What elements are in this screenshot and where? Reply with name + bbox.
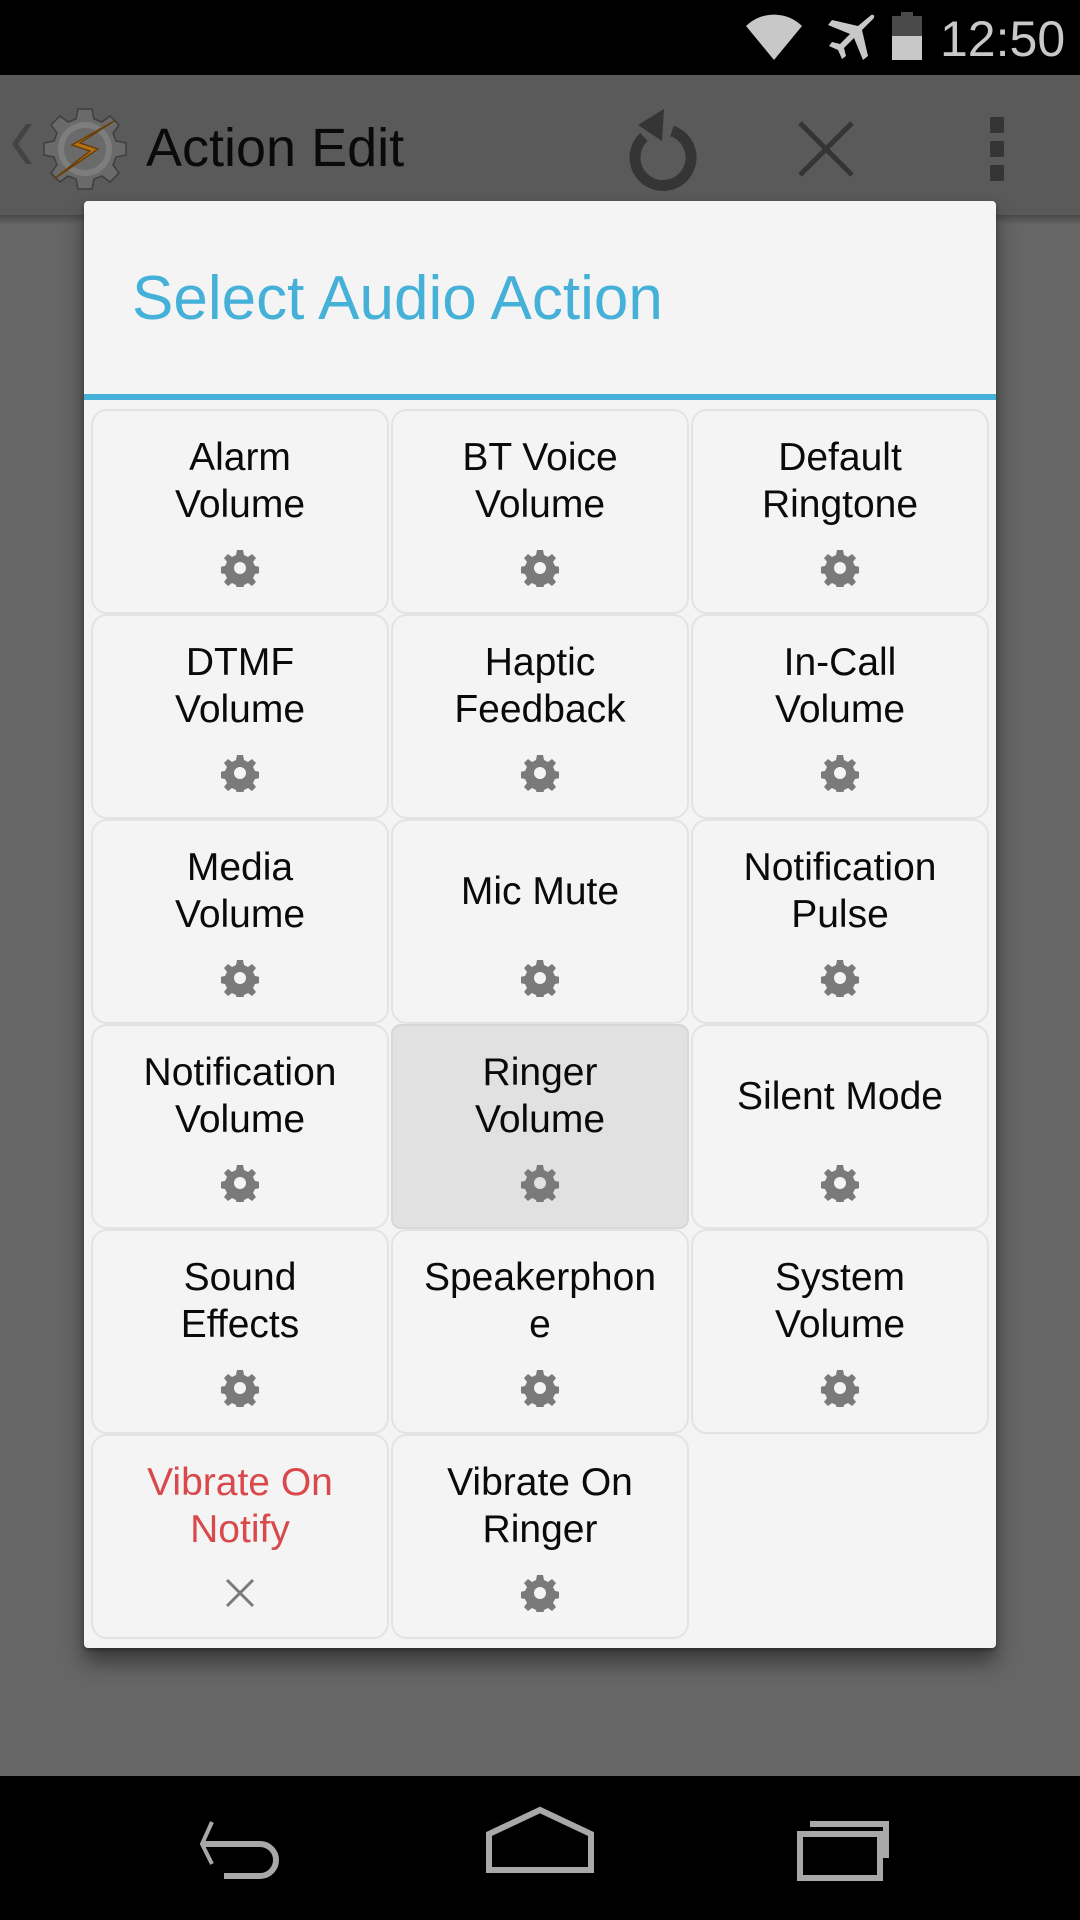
select-audio-action-dialog: Select Audio Action Alarm Volume BT Voice… bbox=[84, 201, 996, 1648]
nav-home-icon[interactable] bbox=[480, 1806, 600, 1886]
action-item-label: BT Voice Volume bbox=[462, 436, 618, 526]
action-item-notification-volume[interactable]: Notification Volume bbox=[91, 1024, 389, 1229]
action-item-media-volume[interactable]: Media Volume bbox=[91, 819, 389, 1024]
battery-icon bbox=[892, 12, 922, 60]
action-item-label: Notification Pulse bbox=[743, 846, 937, 936]
status-bar: 12:50 bbox=[0, 0, 1080, 75]
undo-icon[interactable] bbox=[622, 105, 698, 191]
dialog-title: Select Audio Action bbox=[132, 264, 663, 333]
airplane-mode-icon bbox=[828, 14, 875, 61]
gear-icon[interactable] bbox=[820, 1164, 860, 1205]
action-item-label: Alarm Volume bbox=[174, 436, 306, 526]
back-chevron-icon[interactable] bbox=[12, 122, 34, 166]
navigation-bar bbox=[0, 1776, 1080, 1920]
gear-icon[interactable] bbox=[820, 754, 860, 795]
audio-action-grid: Alarm Volume BT Voice Volume Default Ringt… bbox=[90, 409, 990, 1639]
action-item-label: DTMF Volume bbox=[174, 641, 306, 731]
gear-icon[interactable] bbox=[220, 549, 260, 590]
action-item-dtmf-volume[interactable]: DTMF Volume bbox=[91, 614, 389, 819]
action-item-notification-pulse[interactable]: Notification Pulse bbox=[691, 819, 989, 1024]
action-item-label: Vibrate On Notify bbox=[147, 1461, 333, 1551]
empty-grid-slot bbox=[691, 1434, 989, 1639]
app-logo-icon[interactable] bbox=[40, 103, 130, 193]
action-item-label: Notification Volume bbox=[143, 1051, 337, 1141]
nav-recents-icon[interactable] bbox=[780, 1806, 900, 1886]
close-x-icon[interactable] bbox=[221, 1574, 259, 1612]
action-item-label: Silent Mode bbox=[737, 1074, 943, 1118]
action-item-silent-mode[interactable]: Silent Mode bbox=[691, 1024, 989, 1229]
nav-back-icon[interactable] bbox=[180, 1806, 300, 1886]
gear-icon[interactable] bbox=[520, 549, 560, 590]
gear-icon[interactable] bbox=[820, 1369, 860, 1410]
action-item-vibrate-on-notify[interactable]: Vibrate On Notify bbox=[91, 1434, 389, 1639]
action-item-sound-effects[interactable]: Sound Effects bbox=[91, 1229, 389, 1434]
clock: 12:50 bbox=[940, 11, 1066, 67]
gear-icon[interactable] bbox=[520, 1164, 560, 1205]
wifi-icon bbox=[746, 14, 802, 60]
action-item-label: Ringer Volume bbox=[474, 1051, 606, 1141]
gear-icon[interactable] bbox=[520, 1574, 560, 1615]
action-bar: Action Edit bbox=[0, 75, 1080, 225]
gear-icon[interactable] bbox=[220, 754, 260, 795]
overflow-menu-icon[interactable] bbox=[986, 117, 1008, 181]
action-item-ringer-volume[interactable]: Ringer Volume bbox=[391, 1024, 689, 1229]
action-item-haptic-feedback[interactable]: Haptic Feedback bbox=[391, 614, 689, 819]
gear-icon[interactable] bbox=[520, 754, 560, 795]
action-item-label: In-Call Volume bbox=[774, 641, 906, 731]
action-item-system-volume[interactable]: System Volume bbox=[691, 1229, 989, 1434]
action-item-label: Default Ringtone bbox=[761, 436, 919, 526]
action-item-bt-voice-volume[interactable]: BT Voice Volume bbox=[391, 409, 689, 614]
gear-icon[interactable] bbox=[520, 1369, 560, 1410]
gear-icon[interactable] bbox=[820, 959, 860, 1000]
gear-icon[interactable] bbox=[820, 549, 860, 590]
action-item-label: Sound Effects bbox=[180, 1256, 300, 1346]
action-item-label: Vibrate On Ringer bbox=[447, 1461, 633, 1551]
action-item-label: Haptic Feedback bbox=[454, 641, 626, 731]
gear-icon[interactable] bbox=[520, 959, 560, 1000]
gear-icon[interactable] bbox=[220, 1164, 260, 1205]
action-item-alarm-volume[interactable]: Alarm Volume bbox=[91, 409, 389, 614]
action-item-vibrate-on-ringer[interactable]: Vibrate On Ringer bbox=[391, 1434, 689, 1639]
action-item-label: System Volume bbox=[774, 1256, 906, 1346]
gear-icon[interactable] bbox=[220, 1369, 260, 1410]
action-item-in-call-volume[interactable]: In-Call Volume bbox=[691, 614, 989, 819]
title-divider bbox=[84, 394, 996, 400]
action-item-label: Mic Mute bbox=[460, 869, 620, 913]
action-item-label: Media Volume bbox=[174, 846, 306, 936]
action-item-speakerphone[interactable]: Speakerphone bbox=[391, 1229, 689, 1434]
action-item-mic-mute[interactable]: Mic Mute bbox=[391, 819, 689, 1024]
close-icon[interactable] bbox=[796, 119, 856, 179]
gear-icon[interactable] bbox=[220, 959, 260, 1000]
screen-title: Action Edit bbox=[146, 118, 405, 178]
action-item-default-ringtone[interactable]: Default Ringtone bbox=[691, 409, 989, 614]
action-item-label: Speakerphone bbox=[423, 1256, 657, 1346]
